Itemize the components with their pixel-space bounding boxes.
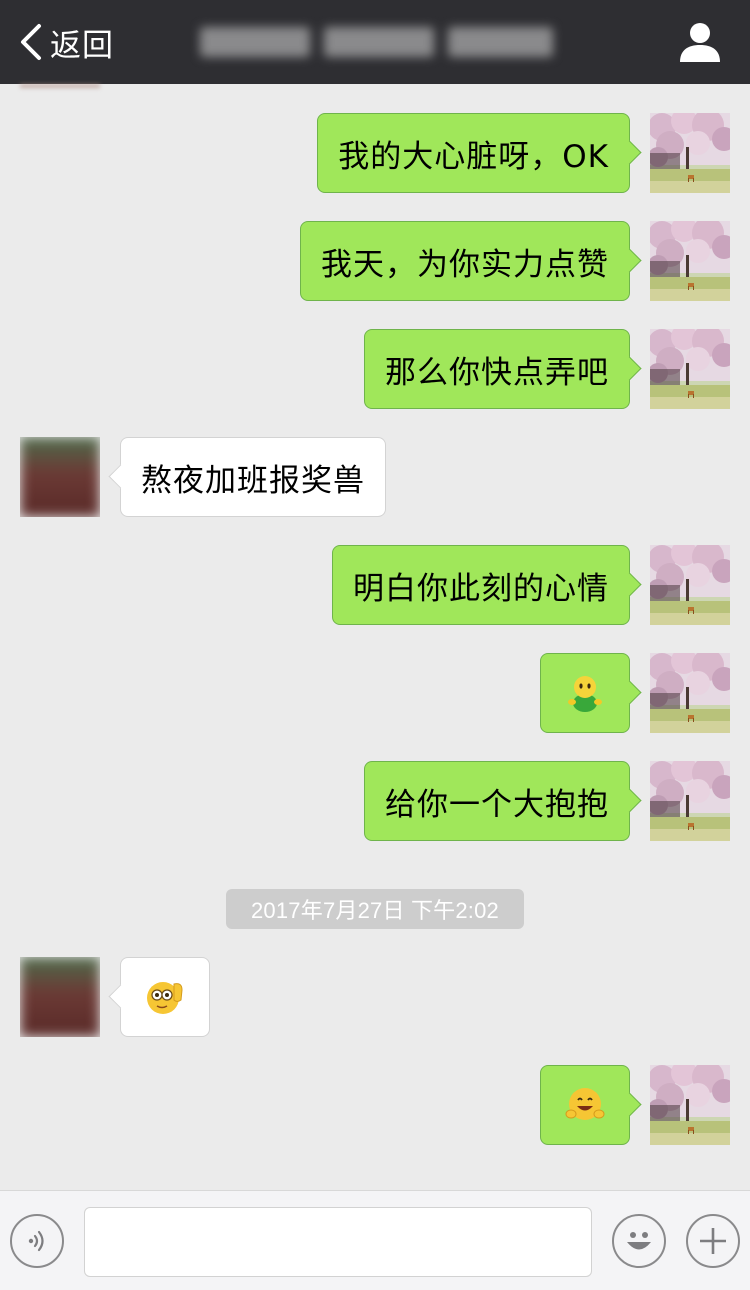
my-avatar[interactable] xyxy=(650,653,730,733)
hugging-emoji-icon xyxy=(565,1088,605,1120)
voice-button[interactable] xyxy=(10,1214,64,1268)
my-avatar[interactable] xyxy=(650,1065,730,1145)
plus-icon xyxy=(700,1228,726,1254)
message-bubble[interactable]: 我的大心脏呀，OK xyxy=(317,113,630,193)
message-sent xyxy=(0,653,750,733)
input-bar xyxy=(0,1190,750,1290)
chat-title-blurred xyxy=(200,22,555,62)
message-bubble[interactable]: 熬夜加班报奖兽 xyxy=(120,437,386,517)
message-sent: 明白你此刻的心情 xyxy=(0,545,750,625)
emoji-icon xyxy=(627,1232,651,1250)
message-received xyxy=(0,957,750,1037)
sticker-bubble[interactable] xyxy=(540,1065,630,1145)
message-sent: 我的大心脏呀，OK xyxy=(0,113,750,193)
message-input[interactable] xyxy=(84,1207,592,1277)
message-sent: 那么你快点弄吧 xyxy=(0,329,750,409)
plus-button[interactable] xyxy=(686,1214,740,1268)
thinking-wave-emoji-icon xyxy=(147,982,183,1014)
voice-icon xyxy=(28,1230,44,1252)
sticker-bubble[interactable] xyxy=(120,957,210,1037)
sticker-bubble[interactable] xyxy=(540,653,630,733)
my-avatar[interactable] xyxy=(650,329,730,409)
back-button[interactable]: 返回 xyxy=(18,18,114,66)
message-bubble[interactable]: 给你一个大抱抱 xyxy=(364,761,630,841)
my-avatar[interactable] xyxy=(650,221,730,301)
chevron-left-icon xyxy=(21,24,41,60)
message-sent: 我天，为你实力点赞 xyxy=(0,221,750,301)
scroll-remnant xyxy=(20,84,100,88)
my-avatar[interactable] xyxy=(650,113,730,193)
timestamp: 2017年7月27日 下午2:02 xyxy=(226,889,524,929)
back-label: 返回 xyxy=(50,27,114,64)
my-avatar[interactable] xyxy=(650,545,730,625)
message-bubble[interactable]: 那么你快点弄吧 xyxy=(364,329,630,409)
my-avatar[interactable] xyxy=(650,761,730,841)
message-bubble[interactable]: 明白你此刻的心情 xyxy=(332,545,630,625)
nav-bar: 返回 xyxy=(0,0,750,84)
green-figure-emoji-icon xyxy=(568,676,602,712)
message-received: 熬夜加班报奖兽 xyxy=(0,437,750,517)
contact-avatar[interactable] xyxy=(20,437,100,517)
profile-icon[interactable] xyxy=(678,20,722,64)
message-bubble[interactable]: 我天，为你实力点赞 xyxy=(300,221,630,301)
contact-avatar[interactable] xyxy=(20,957,100,1037)
message-sent xyxy=(0,1065,750,1145)
message-sent: 给你一个大抱抱 xyxy=(0,761,750,841)
emoji-button[interactable] xyxy=(612,1214,666,1268)
